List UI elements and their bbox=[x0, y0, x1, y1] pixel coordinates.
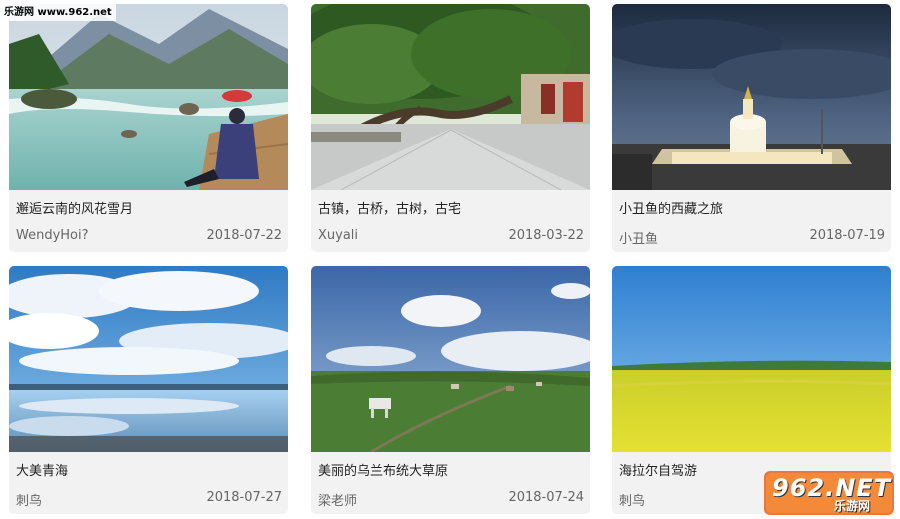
travel-card[interactable]: 古镇，古桥，古树，古宅 Xuyali 2018-03-22 bbox=[311, 4, 590, 252]
card-author: 梁老师 bbox=[318, 494, 358, 509]
logo-main-text: 962.NET bbox=[772, 474, 892, 502]
travel-card[interactable]: 大美青海 刺鸟 2018-07-27 bbox=[9, 266, 288, 514]
card-date: 2018-07-27 bbox=[206, 490, 282, 505]
rapeseed-field-photo[interactable] bbox=[612, 266, 891, 452]
site-logo: 962.NET 乐游网 bbox=[764, 471, 894, 515]
card-date: 2018-07-24 bbox=[508, 490, 584, 505]
mountain-river-photo[interactable] bbox=[9, 4, 288, 190]
card-title[interactable]: 古镇，古桥，古树，古宅 bbox=[318, 198, 461, 217]
card-author: 刺鸟 bbox=[619, 494, 646, 509]
card-date: 2018-07-22 bbox=[206, 228, 282, 243]
ancient-town-photo[interactable] bbox=[311, 4, 590, 190]
card-title[interactable]: 邂逅云南的风花雪月 bbox=[16, 198, 133, 217]
travel-card-grid: 邂逅云南的风花雪月 WendyHoi? 2018-07-22 古镇，古桥，古树，… bbox=[0, 0, 900, 519]
grassland-photo[interactable] bbox=[311, 266, 590, 452]
travel-card[interactable]: 美丽的乌兰布统大草原 梁老师 2018-07-24 bbox=[311, 266, 590, 514]
logo-sub-text: 乐游网 bbox=[834, 499, 871, 513]
card-author: WendyHoi? bbox=[16, 228, 89, 243]
travel-card[interactable]: 邂逅云南的风花雪月 WendyHoi? 2018-07-22 bbox=[9, 4, 288, 252]
card-date: 2018-07-19 bbox=[809, 228, 885, 243]
stupa-night-photo[interactable] bbox=[612, 4, 891, 190]
lake-sky-photo[interactable] bbox=[9, 266, 288, 452]
card-date: 2018-03-22 bbox=[508, 228, 584, 243]
card-title[interactable]: 大美青海 bbox=[16, 460, 68, 479]
travel-card[interactable]: 小丑鱼的西藏之旅 小丑鱼 2018-07-19 bbox=[612, 4, 891, 252]
card-title[interactable]: 海拉尔自驾游 bbox=[619, 460, 697, 479]
card-title[interactable]: 美丽的乌兰布统大草原 bbox=[318, 460, 448, 479]
card-author: 小丑鱼 bbox=[619, 232, 659, 247]
card-author: 刺鸟 bbox=[16, 494, 43, 509]
card-author: Xuyali bbox=[318, 228, 359, 243]
card-title[interactable]: 小丑鱼的西藏之旅 bbox=[619, 198, 723, 217]
site-watermark: 乐游网 www.962.net bbox=[0, 0, 116, 21]
